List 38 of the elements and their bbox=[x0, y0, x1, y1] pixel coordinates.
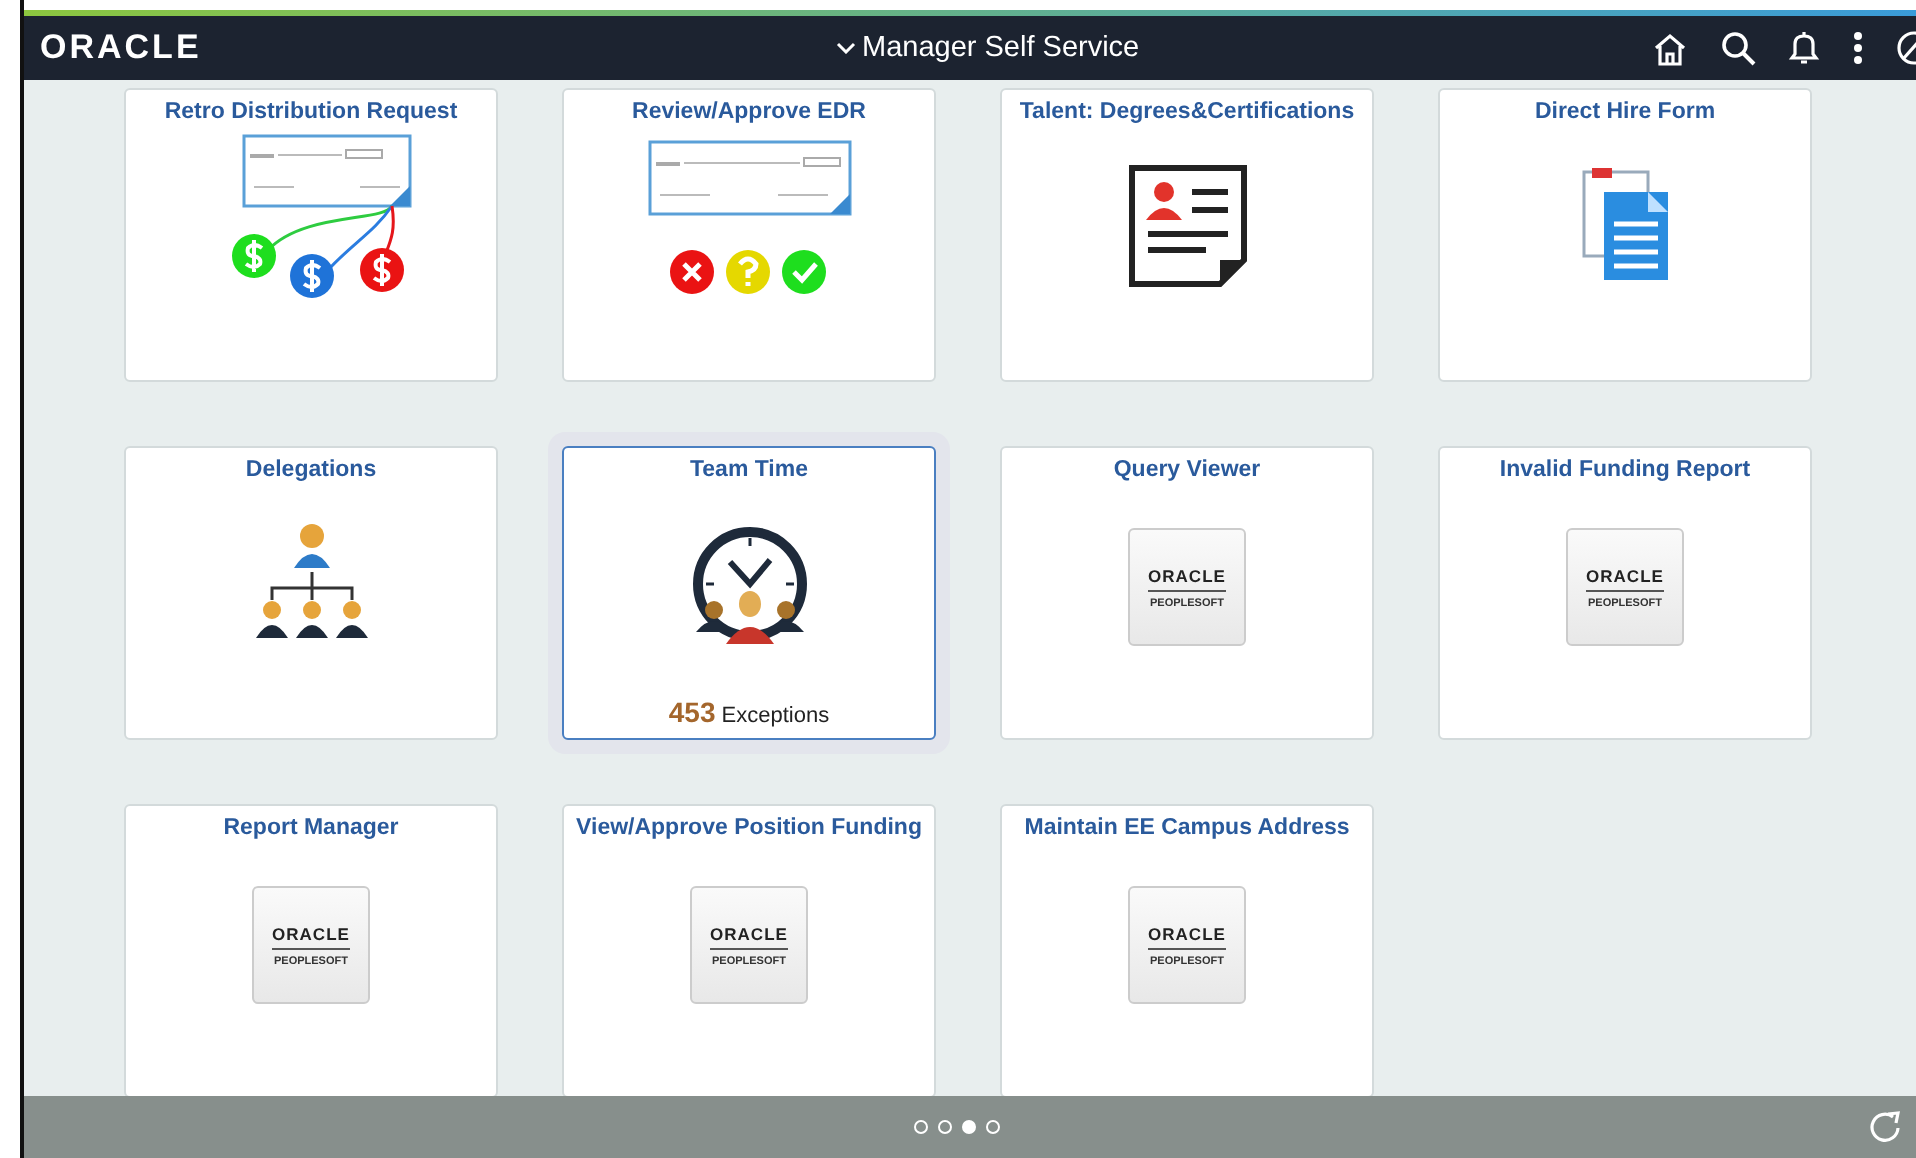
chevron-down-icon[interactable] bbox=[836, 42, 856, 54]
page-indicator-dot[interactable] bbox=[913, 1120, 927, 1134]
tile-card[interactable]: Talent: Degrees&Certifications bbox=[1000, 88, 1374, 382]
logo-text: ORACLE bbox=[1148, 923, 1226, 949]
page-title[interactable]: Manager Self Service bbox=[862, 32, 1140, 64]
clock-team-icon bbox=[689, 526, 809, 650]
tile-card[interactable]: Review/Approve EDR bbox=[562, 88, 936, 382]
page-indicator-dot[interactable] bbox=[985, 1120, 999, 1134]
tile-title: Delegations bbox=[245, 458, 377, 482]
notification-icon[interactable] bbox=[1788, 30, 1820, 66]
tile-title: Team Time bbox=[689, 458, 809, 482]
tile-title: Direct Hire Form bbox=[1534, 100, 1716, 124]
logo-text: ORACLE bbox=[1586, 565, 1664, 591]
refresh-icon[interactable] bbox=[1868, 1110, 1904, 1146]
certificate-icon bbox=[1125, 164, 1249, 288]
page-indicator-dot[interactable] bbox=[937, 1120, 951, 1134]
org-chart-icon bbox=[253, 520, 369, 644]
search-icon[interactable] bbox=[1720, 30, 1756, 66]
tile-title: Retro Distribution Request bbox=[164, 100, 458, 124]
tile-title: Query Viewer bbox=[1113, 458, 1261, 482]
tile-card[interactable]: Retro Distribution Request bbox=[124, 88, 498, 382]
logo-text: ORACLE bbox=[710, 923, 788, 949]
tile-title: View/Approve Position Funding bbox=[576, 816, 922, 840]
tile-title: Invalid Funding Report bbox=[1499, 458, 1751, 482]
exceptions-count: 453 Exceptions bbox=[668, 696, 830, 728]
compass-icon[interactable] bbox=[1896, 30, 1916, 66]
logo-text: ORACLE bbox=[1148, 565, 1226, 591]
tile-title: Talent: Degrees&Certifications bbox=[1019, 100, 1355, 124]
more-options-icon[interactable] bbox=[1852, 30, 1864, 66]
logo-text: ORACLE bbox=[272, 923, 350, 949]
tile-card[interactable]: Delegations bbox=[124, 446, 498, 740]
tile-title: Review/Approve EDR bbox=[632, 100, 866, 124]
tile-card[interactable]: Direct Hire Form bbox=[1438, 88, 1812, 382]
home-icon[interactable] bbox=[1652, 31, 1688, 65]
page-indicator-dot[interactable] bbox=[961, 1120, 975, 1134]
tile-title: Maintain EE Campus Address bbox=[1024, 816, 1350, 840]
oracle-logo[interactable]: ORACLE bbox=[40, 28, 836, 68]
tile-title: Report Manager bbox=[223, 816, 399, 840]
